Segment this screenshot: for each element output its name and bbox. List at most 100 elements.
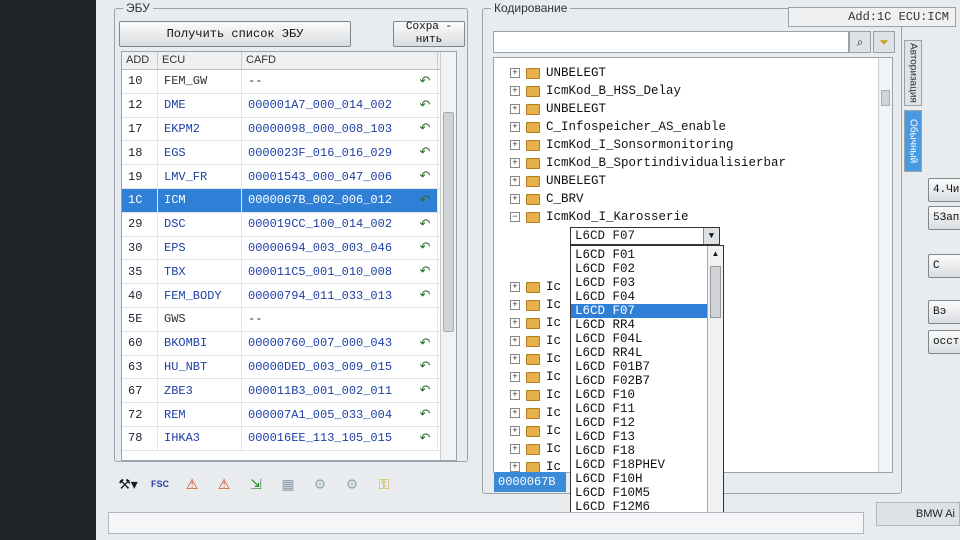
warning-clear-icon[interactable]: ⚠ bbox=[212, 473, 236, 495]
tree-node[interactable]: − IcmKod_I_Karosserie bbox=[494, 208, 892, 226]
write-button[interactable]: 5Зап bbox=[928, 206, 960, 230]
expander-icon[interactable]: + bbox=[510, 390, 520, 400]
dropdown-option[interactable]: L6CD F07 bbox=[571, 304, 707, 318]
dropdown-option[interactable]: L6CD F01 bbox=[571, 248, 707, 262]
ecu-table-row[interactable]: 5E GWS -- bbox=[122, 307, 456, 332]
dropdown-option[interactable]: L6CD F18 bbox=[571, 444, 707, 458]
tree-node[interactable]: + Ic bbox=[494, 404, 561, 422]
dropdown-option[interactable]: L6CD F11 bbox=[571, 402, 707, 416]
ecu-table-row[interactable]: 63 HU_NBT 00000DED_003_009_015 ↶ bbox=[122, 355, 456, 380]
tree-node[interactable]: + Ic bbox=[494, 458, 561, 472]
dropdown-option[interactable]: L6CD RR4 bbox=[571, 318, 707, 332]
binoculars-icon[interactable]: ⌕ bbox=[849, 31, 871, 53]
expander-icon[interactable]: + bbox=[510, 158, 520, 168]
ecu-table-row[interactable]: 78 IHKA3 000016EE_113_105_015 ↶ bbox=[122, 426, 456, 451]
ecu-scroll-thumb[interactable] bbox=[443, 112, 454, 332]
ecu-scrollbar[interactable] bbox=[440, 52, 456, 460]
undo-icon[interactable]: ↶ bbox=[417, 358, 433, 375]
tree-node[interactable]: + C_Infospeicher_AS_enable bbox=[494, 118, 892, 136]
key-icon[interactable]: ⚿ bbox=[372, 473, 396, 495]
undo-icon[interactable]: ↶ bbox=[417, 287, 433, 304]
side-tab-regular[interactable]: Обычный bbox=[904, 110, 922, 172]
tree-node[interactable]: + Ic bbox=[494, 296, 561, 314]
expander-icon[interactable]: + bbox=[510, 372, 520, 382]
expander-icon[interactable]: − bbox=[510, 212, 520, 222]
dropdown-option[interactable]: L6CD F02B7 bbox=[571, 374, 707, 388]
value-tab[interactable]: 0000067B bbox=[494, 472, 566, 492]
undo-icon[interactable]: ↶ bbox=[417, 239, 433, 256]
tree-node[interactable]: + UNBELEGT bbox=[494, 64, 892, 82]
expander-icon[interactable]: + bbox=[510, 300, 520, 310]
warning-icon[interactable]: ⚠ bbox=[180, 473, 204, 495]
expander-icon[interactable]: + bbox=[510, 444, 520, 454]
expander-icon[interactable]: + bbox=[510, 408, 520, 418]
tree-node[interactable]: + IcmKod_B_HSS_Delay bbox=[494, 82, 892, 100]
dropdown-option[interactable]: L6CD F18PHEV bbox=[571, 458, 707, 472]
dropdown-option[interactable]: L6CD F10 bbox=[571, 388, 707, 402]
tree-node[interactable]: + IcmKod_I_Sonsormonitoring bbox=[494, 136, 892, 154]
fsc-button[interactable]: FSC bbox=[148, 473, 172, 495]
expander-icon[interactable]: + bbox=[510, 140, 520, 150]
dropdown-scroll-thumb[interactable] bbox=[710, 266, 721, 318]
dropdown-option[interactable]: L6CD F04 bbox=[571, 290, 707, 304]
tools-icon[interactable]: ⚒▾ bbox=[116, 473, 140, 495]
ecu-table-row[interactable]: 18 EGS 0000023F_016_016_029 ↶ bbox=[122, 141, 456, 166]
filter-icon[interactable]: ⏷ bbox=[873, 31, 895, 53]
column-add[interactable]: ADD bbox=[122, 52, 158, 69]
undo-icon[interactable]: ↶ bbox=[417, 430, 433, 447]
action-button-c[interactable]: С bbox=[928, 254, 960, 278]
ecu-table-row[interactable]: 40 FEM_BODY 00000794_011_033_013 ↶ bbox=[122, 284, 456, 308]
undo-icon[interactable]: ↶ bbox=[417, 97, 433, 114]
dropdown-option[interactable]: L6CD F03 bbox=[571, 276, 707, 290]
tree-node[interactable]: + Ic bbox=[494, 350, 561, 368]
gear-remove-icon[interactable]: ⚙ bbox=[340, 473, 364, 495]
ecu-table-row[interactable]: 17 EKPM2 00000098_000_008_103 ↶ bbox=[122, 117, 456, 142]
gear-group-icon[interactable]: ⚙ bbox=[308, 473, 332, 495]
tree-node[interactable]: + Ic bbox=[494, 368, 561, 386]
ecu-table-row[interactable]: 1C ICM 0000067B_002_006_012 ↶ bbox=[122, 188, 456, 213]
expander-icon[interactable]: + bbox=[510, 462, 520, 472]
undo-icon[interactable]: ↶ bbox=[417, 192, 433, 209]
dropdown-option[interactable]: L6CD F02 bbox=[571, 262, 707, 276]
ecu-table-row[interactable]: 30 EPS 00000694_003_003_046 ↶ bbox=[122, 236, 456, 261]
action-button-v[interactable]: Вэ bbox=[928, 300, 960, 324]
ecu-table-row[interactable]: 60 BKOMBI 00000760_007_000_043 ↶ bbox=[122, 331, 456, 356]
get-ecu-list-button[interactable]: Получить список ЭБУ bbox=[119, 21, 351, 47]
expander-icon[interactable]: + bbox=[510, 194, 520, 204]
tree-scroll-thumb[interactable] bbox=[881, 90, 890, 106]
undo-icon[interactable]: ↶ bbox=[417, 216, 433, 233]
undo-icon[interactable]: ↶ bbox=[417, 335, 433, 352]
tree-node[interactable]: + UNBELEGT bbox=[494, 172, 892, 190]
dropdown-option[interactable]: L6CD F10H bbox=[571, 472, 707, 486]
ecu-table-row[interactable]: 12 DME 000001A7_000_014_002 ↶ bbox=[122, 93, 456, 118]
undo-icon[interactable]: ↶ bbox=[417, 382, 433, 399]
ecu-table-row[interactable]: 10 FEM_GW -- ↶ bbox=[122, 70, 456, 94]
tree-node[interactable]: + C_BRV bbox=[494, 190, 892, 208]
expander-icon[interactable]: + bbox=[510, 176, 520, 186]
expander-icon[interactable]: + bbox=[510, 318, 520, 328]
search-input[interactable] bbox=[493, 31, 849, 53]
dropdown-option[interactable]: L6CD F01B7 bbox=[571, 360, 707, 374]
tree-node[interactable]: + Ic bbox=[494, 440, 561, 458]
expander-icon[interactable]: + bbox=[510, 354, 520, 364]
ecu-table-row[interactable]: 35 TBX 000011C5_001_010_008 ↶ bbox=[122, 260, 456, 285]
restore-button[interactable]: осста bbox=[928, 330, 960, 354]
undo-icon[interactable]: ↶ bbox=[417, 168, 433, 185]
dropdown-option[interactable]: L6CD F12 bbox=[571, 416, 707, 430]
dropdown-option[interactable]: L6CD RR4L bbox=[571, 346, 707, 360]
side-tab-authorization[interactable]: Авторизация bbox=[904, 40, 922, 106]
dropdown-option[interactable]: L6CD F04L bbox=[571, 332, 707, 346]
ecu-table-row[interactable]: 72 REM 000007A1_005_033_004 ↶ bbox=[122, 403, 456, 427]
read-button[interactable]: 4.Чи bbox=[928, 178, 960, 202]
expander-icon[interactable]: + bbox=[510, 104, 520, 114]
tree-node[interactable]: + UNBELEGT bbox=[494, 100, 892, 118]
flash-icon[interactable]: ⇲ bbox=[244, 473, 268, 495]
value-combo[interactable]: L6CD F07 ▼ bbox=[570, 227, 720, 245]
tree-node[interactable]: + Ic bbox=[494, 278, 561, 296]
expander-icon[interactable]: + bbox=[510, 122, 520, 132]
dropdown-option[interactable]: L6CD F10M5 bbox=[571, 486, 707, 500]
column-cafd[interactable]: CAFD bbox=[242, 52, 438, 69]
ecu-table-row[interactable]: 67 ZBE3 000011B3_001_002_011 ↶ bbox=[122, 379, 456, 404]
tree-node[interactable]: + Ic bbox=[494, 314, 561, 332]
undo-icon[interactable]: ↶ bbox=[417, 73, 433, 90]
